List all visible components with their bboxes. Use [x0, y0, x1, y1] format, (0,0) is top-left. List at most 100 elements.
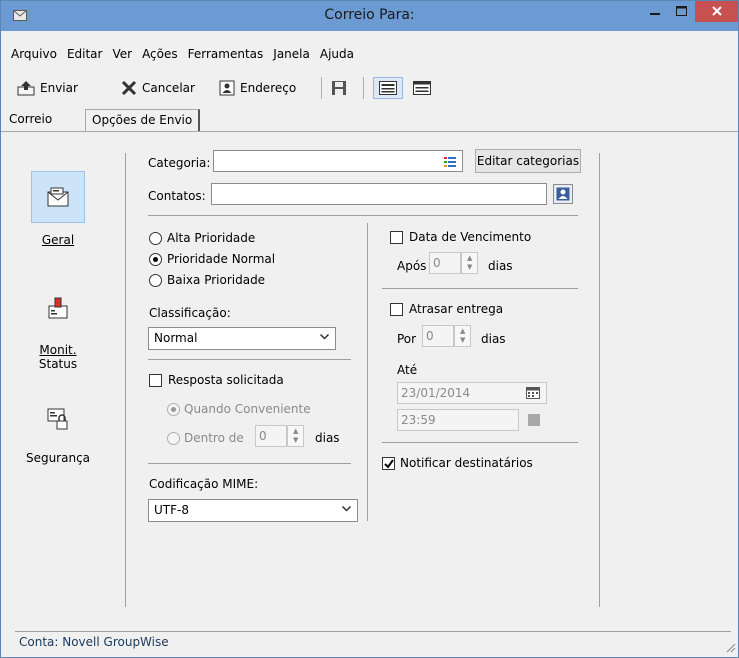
tab-opcoes-de-envio[interactable]: Opções de Envio	[85, 109, 201, 131]
top-section-divider	[148, 215, 578, 216]
message-view-icon	[379, 81, 397, 95]
category-input[interactable]	[213, 150, 463, 172]
security-lock-icon	[47, 408, 68, 430]
menu-ferramentas[interactable]: Ferramentas	[183, 45, 269, 65]
category-list-icon[interactable]	[444, 156, 456, 170]
reply-requested-checkbox[interactable]	[149, 374, 162, 387]
mime-encoding-select[interactable]: UTF-8	[148, 499, 358, 522]
menu-janela[interactable]: Janela	[268, 45, 315, 65]
list-view-icon	[413, 81, 431, 95]
contacts-label: Contatos:	[148, 189, 206, 203]
within-days-spinner[interactable]: ▲ ▼	[287, 425, 304, 447]
send-options-window: Correio Para: Arquivo Editar Ver Ações F…	[0, 0, 739, 658]
priority-high-label: Alta Prioridade	[167, 231, 256, 245]
send-icon	[17, 81, 35, 96]
address-button[interactable]: Endereço	[219, 77, 296, 99]
due-date-checkbox[interactable]	[390, 231, 403, 244]
left-lower-divider	[148, 463, 351, 464]
cancel-label: Cancelar	[142, 81, 195, 95]
close-icon	[711, 6, 722, 16]
sidebar-label-seguranca: Segurança	[25, 451, 91, 465]
after-days-unit: dias	[488, 259, 513, 273]
menu-bar: Arquivo Editar Ver Ações Ferramentas Jan…	[1, 45, 738, 65]
send-button[interactable]: Enviar	[17, 77, 78, 99]
menu-editar[interactable]: Editar	[62, 45, 108, 65]
until-date-value: 23/01/2014	[401, 386, 471, 400]
minimize-icon	[649, 13, 660, 15]
cancel-button[interactable]: Cancelar	[121, 77, 195, 99]
reply-requested-label: Resposta solicitada	[168, 373, 284, 387]
priority-high-radio[interactable]	[149, 232, 162, 245]
resize-grip-icon[interactable]	[725, 642, 736, 656]
until-time-input[interactable]: 23:59	[397, 409, 519, 431]
spin-up-icon: ▲	[467, 254, 473, 262]
priority-normal-radio[interactable]	[149, 253, 162, 266]
until-label: Até	[397, 363, 418, 377]
after-days-input[interactable]: 0	[429, 252, 461, 274]
menu-acoes[interactable]: Ações	[137, 45, 183, 65]
classification-value: Normal	[154, 331, 198, 345]
menu-ver[interactable]: Ver	[107, 45, 137, 65]
priority-low-label: Baixa Prioridade	[167, 273, 266, 287]
cancel-icon	[121, 80, 137, 96]
status-tracking-icon	[48, 297, 68, 319]
mime-value: UTF-8	[154, 503, 189, 517]
toolbar: Enviar Cancelar Endereço	[1, 71, 738, 105]
delay-delivery-label: Atrasar entrega	[409, 302, 504, 316]
notify-recipients-checkbox[interactable]	[382, 457, 395, 470]
by-days-spinner[interactable]: ▲ ▼	[454, 325, 471, 347]
classification-select[interactable]: Normal	[148, 327, 336, 350]
tab-divider	[1, 131, 738, 132]
checkmark-icon	[384, 459, 394, 469]
right-divider	[599, 153, 600, 607]
when-convenient-radio[interactable]	[167, 403, 180, 416]
within-days-radio[interactable]	[167, 432, 180, 445]
window-title: Correio Para:	[324, 7, 415, 23]
priority-normal-label: Prioridade Normal	[167, 252, 276, 266]
mime-label: Codificação MIME:	[149, 477, 259, 491]
within-days-input[interactable]: 0	[255, 425, 287, 447]
address-label: Endereço	[240, 81, 297, 95]
sidebar-item-monit-status[interactable]: Monit. Status	[15, 297, 101, 371]
due-date-label: Data de Vencimento	[409, 230, 532, 244]
close-button[interactable]	[695, 1, 738, 22]
delay-delivery-checkbox[interactable]	[390, 303, 403, 316]
chevron-down-icon	[320, 334, 329, 340]
toolbar-separator	[363, 77, 364, 99]
after-days-spinner[interactable]: ▲ ▼	[461, 252, 478, 274]
save-icon	[332, 81, 346, 95]
save-button[interactable]	[331, 77, 347, 99]
view-mail-button[interactable]	[373, 77, 403, 99]
right-lower-divider	[382, 442, 578, 443]
by-days-input[interactable]: 0	[422, 325, 454, 347]
classification-label: Classificação:	[149, 306, 231, 320]
view-options-button[interactable]	[413, 77, 431, 99]
tab-correio[interactable]: Correio	[3, 109, 58, 131]
spin-up-icon: ▲	[460, 327, 466, 335]
spin-down-icon: ▼	[460, 336, 466, 344]
address-book-icon	[219, 80, 235, 96]
by-label: Por	[397, 332, 417, 346]
maximize-icon	[676, 6, 687, 16]
until-date-input[interactable]: 23/01/2014	[397, 382, 547, 404]
send-label: Enviar	[40, 81, 78, 95]
contacts-address-book-button[interactable]	[553, 184, 573, 204]
edit-categories-button[interactable]: Editar categorias	[475, 149, 581, 173]
priority-low-radio[interactable]	[149, 274, 162, 287]
sidebar-item-seguranca[interactable]: Segurança	[15, 405, 101, 465]
right-upper-divider	[382, 288, 578, 289]
sidebar-label-geral: Geral	[41, 233, 75, 247]
category-label: Categoria:	[148, 156, 211, 170]
minimize-button[interactable]	[641, 1, 668, 22]
contacts-input[interactable]	[211, 183, 547, 205]
menu-ajuda[interactable]: Ajuda	[315, 45, 359, 65]
spin-down-icon: ▼	[293, 436, 299, 444]
tab-strip: Correio Opções de Envio	[1, 109, 738, 131]
time-picker-button[interactable]	[528, 414, 540, 426]
after-label: Após	[397, 259, 427, 273]
within-label: Dentro de	[184, 431, 244, 445]
menu-arquivo[interactable]: Arquivo	[6, 45, 62, 65]
within-days-unit: dias	[315, 431, 340, 445]
maximize-button[interactable]	[668, 1, 695, 22]
sidebar-item-geral[interactable]: Geral	[15, 171, 101, 247]
